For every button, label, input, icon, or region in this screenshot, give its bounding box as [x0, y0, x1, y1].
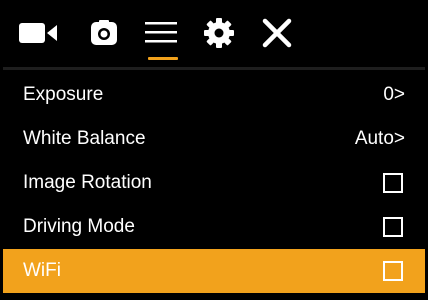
toolbar-divider	[3, 67, 425, 70]
menu-item-value: Auto>	[354, 128, 405, 149]
menu-item-label: Driving Mode	[23, 216, 135, 237]
close-icon	[262, 18, 292, 53]
video-camera-icon	[19, 21, 59, 50]
close-button[interactable]	[253, 3, 301, 67]
photo-camera-icon	[90, 19, 118, 52]
video-mode-tab[interactable]	[9, 3, 69, 67]
menu-icon	[145, 20, 177, 51]
menu-item-label: WiFi	[23, 260, 61, 281]
driving-mode-checkbox[interactable]	[383, 217, 403, 237]
menu-item-exposure[interactable]: Exposure 0>	[3, 73, 425, 117]
settings-menu-list: Exposure 0> White Balance Auto> Image Ro…	[3, 73, 425, 293]
image-rotation-checkbox[interactable]	[383, 173, 403, 193]
menu-item-driving-mode[interactable]: Driving Mode	[3, 205, 425, 249]
menu-item-image-rotation[interactable]: Image Rotation	[3, 161, 425, 205]
menu-item-white-balance[interactable]: White Balance Auto>	[3, 117, 425, 161]
top-toolbar	[3, 3, 425, 67]
menu-item-value: 0>	[383, 84, 405, 105]
menu-item-label: White Balance	[23, 128, 146, 149]
gear-icon	[204, 17, 234, 53]
wifi-checkbox[interactable]	[383, 261, 403, 281]
settings-tab[interactable]	[195, 3, 243, 67]
menu-item-label: Image Rotation	[23, 172, 152, 193]
menu-item-label: Exposure	[23, 84, 104, 105]
menu-item-wifi[interactable]: WiFi	[3, 249, 425, 293]
camera-settings-screen: Exposure 0> White Balance Auto> Image Ro…	[0, 0, 428, 300]
photo-mode-tab[interactable]	[79, 3, 129, 67]
active-tab-indicator	[148, 57, 178, 60]
